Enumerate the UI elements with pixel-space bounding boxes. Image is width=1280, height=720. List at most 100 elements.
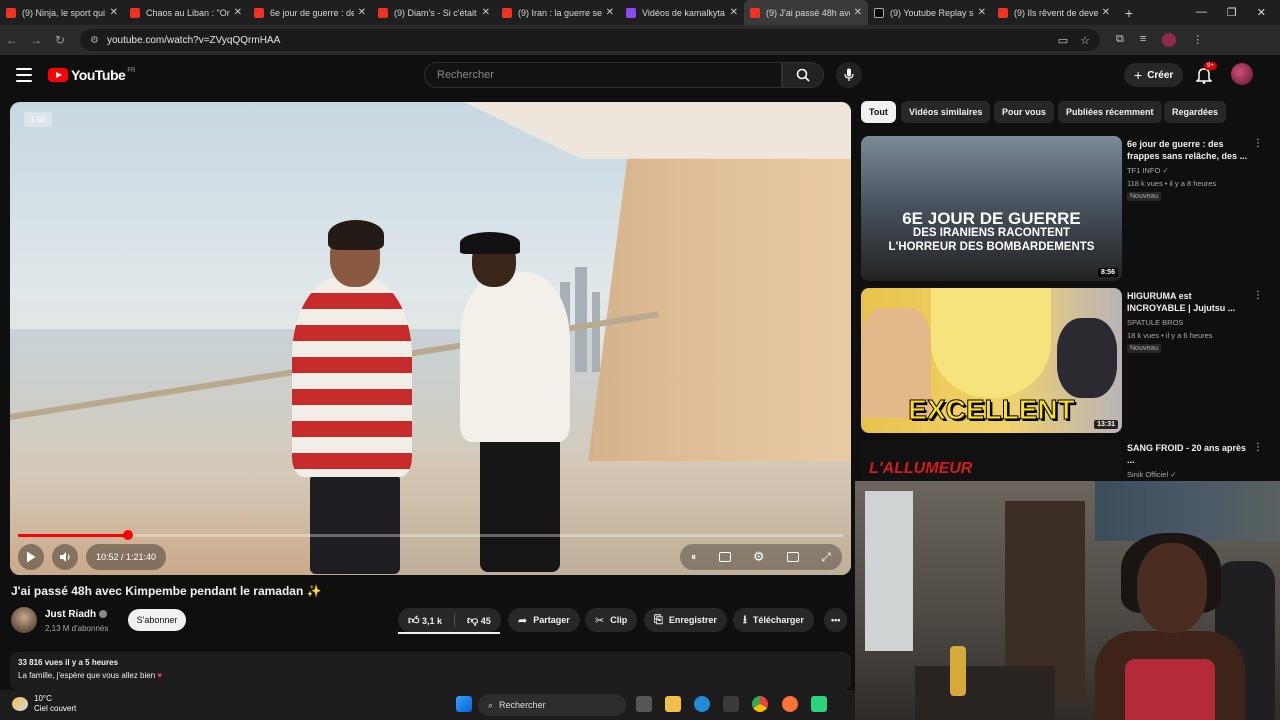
fullscreen-icon[interactable]: ⤢ — [821, 550, 831, 565]
weather-widget[interactable]: 10°C Ciel couvert — [12, 694, 76, 714]
search-button[interactable] — [782, 62, 824, 88]
firefox-icon[interactable] — [782, 696, 798, 712]
save-button[interactable]: ⎘ Enregistrer — [644, 608, 727, 632]
close-icon[interactable]: ✕ — [854, 7, 862, 18]
bookmark-star-icon[interactable]: ☆ — [1080, 34, 1090, 47]
subscribe-button[interactable]: S'abonner — [128, 609, 186, 631]
browser-tab[interactable]: (9) Ils rêvent de deve ✕ — [992, 0, 1116, 25]
close-window-icon[interactable]: ✕ — [1257, 6, 1266, 19]
browser-tab[interactable]: 6e jour de guerre : de ✕ — [248, 0, 372, 25]
more-vertical-icon[interactable]: ⋮ — [1253, 442, 1261, 453]
create-button[interactable]: + Créer — [1124, 63, 1184, 87]
browser-tab[interactable]: Vidéos de kamalkyta ✕ — [620, 0, 744, 25]
pause-autoplay-icon[interactable]: ⏸ — [691, 552, 696, 563]
browser-tab[interactable]: (9) Ninja, le sport qui ✕ — [0, 0, 124, 25]
related-video[interactable]: L'ALLUMEUR SANG FROID - 20 ans après ...… — [861, 440, 1261, 481]
browser-tab[interactable]: (9) Iran : la guerre se ✕ — [496, 0, 620, 25]
forward-icon[interactable]: → — [24, 33, 48, 47]
related-video-title[interactable]: 6e jour de guerre : des frappes sans rel… — [1127, 138, 1249, 162]
related-video[interactable]: 6E JOUR DE GUERRE DES IRANIENS RACONTENT… — [861, 136, 1263, 281]
profile-avatar[interactable] — [1162, 33, 1177, 47]
clip-button[interactable]: ✂ Clip — [585, 608, 638, 632]
weather-icon — [12, 697, 28, 711]
channel-name[interactable]: Just Riadh — [45, 609, 108, 620]
voice-search-button[interactable] — [836, 62, 862, 88]
chip-for-you[interactable]: Pour vous — [994, 101, 1055, 123]
close-icon[interactable]: ✕ — [978, 7, 986, 18]
windows-start-icon[interactable] — [456, 696, 472, 712]
video-player[interactable]: 1.50 10:52 / 1:21:40 ⏸ ⚙ ⤢ — [10, 102, 851, 575]
more-vertical-icon[interactable]: ⋮ — [1253, 290, 1263, 301]
download-button[interactable]: ⭳ Télécharger — [733, 608, 814, 632]
chip-watched[interactable]: Regardées — [1164, 101, 1227, 123]
extensions-icon[interactable]: ⧉ — [1116, 33, 1124, 47]
close-icon[interactable]: ✕ — [234, 7, 242, 18]
browser-tab[interactable]: Chaos au Liban : "On ✕ — [124, 0, 248, 25]
user-avatar[interactable] — [1231, 63, 1253, 85]
browser-tab[interactable]: (9) Diam's - Si c'était ✕ — [372, 0, 496, 25]
edge-icon[interactable] — [694, 696, 710, 712]
play-button[interactable] — [18, 544, 44, 570]
like-button[interactable]: 👍︎ 3,1 k — [408, 614, 442, 627]
share-button[interactable]: ➦ Partager — [508, 608, 580, 632]
more-vertical-icon[interactable]: ⋮ — [1253, 138, 1263, 149]
minimize-icon[interactable]: — — [1196, 6, 1207, 19]
notifications-button[interactable]: 9+ — [1195, 62, 1217, 84]
channel-avatar[interactable] — [11, 607, 37, 633]
menu-icon[interactable] — [16, 68, 32, 82]
video-frame-tower — [592, 292, 600, 372]
file-explorer-icon[interactable] — [665, 696, 681, 712]
description-box[interactable]: 33 816 vues il y a 5 heures La famille, … — [10, 652, 851, 690]
close-icon[interactable]: ✕ — [1102, 7, 1110, 18]
app-icon[interactable] — [811, 696, 827, 712]
url-field[interactable]: ⚙ youtube.com/watch?v=ZVyqQQrmHAA ▭ ☆ — [80, 29, 1100, 51]
video-thumbnail[interactable]: L'ALLUMEUR — [861, 440, 1122, 481]
more-actions-button[interactable]: ••• — [824, 608, 848, 632]
chrome-icon[interactable] — [752, 696, 768, 712]
dislike-button[interactable]: 👎︎ 45 — [467, 614, 491, 627]
reload-icon[interactable]: ↻ — [48, 33, 72, 47]
related-channel[interactable]: SPATULE BROS — [1127, 318, 1183, 327]
progress-scrubber[interactable] — [122, 530, 133, 540]
chip-recent[interactable]: Publiées récemment — [1058, 101, 1162, 123]
video-title: J'ai passé 48h avec Kimpembe pendant le … — [11, 584, 322, 598]
video-thumbnail[interactable]: 6E JOUR DE GUERRE DES IRANIENS RACONTENT… — [861, 136, 1122, 281]
youtube-play-icon — [48, 68, 68, 82]
youtube-icon — [130, 7, 140, 18]
task-view-icon[interactable] — [636, 696, 652, 712]
browser-tab[interactable]: (9) Youtube Replay s ✕ — [868, 0, 992, 25]
related-channel[interactable]: TF1 INFO ✓ — [1127, 166, 1169, 175]
chip-all[interactable]: Tout — [861, 101, 896, 123]
related-video-title[interactable]: HIGURUMA est INCROYABLE | Jujutsu ... — [1127, 290, 1249, 314]
volume-button[interactable] — [52, 544, 78, 570]
related-channel[interactable]: Sinik Officiel ✓ — [1127, 470, 1177, 479]
taskbar-search[interactable]: ⌕ Rechercher — [478, 694, 626, 716]
close-icon[interactable]: ✕ — [110, 7, 118, 18]
settings-icon[interactable]: ⚙ — [753, 549, 765, 565]
browser-tab-active[interactable]: (9) J'ai passé 48h ave ✕ — [744, 0, 868, 25]
related-meta: 18 k vues • il y a 6 heures — [1127, 331, 1213, 340]
progress-bar[interactable] — [18, 530, 843, 540]
cast-icon[interactable]: ▭ — [1058, 34, 1068, 47]
new-tab-button[interactable]: + — [1116, 5, 1142, 21]
store-icon[interactable] — [723, 696, 739, 712]
video-thumbnail[interactable]: EXCELLENT 13:31 — [861, 288, 1122, 433]
browser-menu-icon[interactable]: ⋮ — [1192, 33, 1203, 47]
video-frame-tower — [575, 267, 587, 372]
chip-similar[interactable]: Vidéos similaires — [901, 101, 991, 123]
close-icon[interactable]: ✕ — [606, 7, 614, 18]
youtube-logo[interactable]: YouTube FR — [48, 67, 135, 83]
maximize-icon[interactable]: ❐ — [1227, 6, 1237, 19]
related-video-title[interactable]: SANG FROID - 20 ans après ... — [1127, 442, 1249, 466]
close-icon[interactable]: ✕ — [358, 7, 366, 18]
close-icon[interactable]: ✕ — [482, 7, 490, 18]
search-input[interactable]: Rechercher — [424, 62, 782, 88]
related-video[interactable]: EXCELLENT 13:31 HIGURUMA est INCROYABLE … — [861, 288, 1263, 433]
close-icon[interactable]: ✕ — [730, 7, 738, 18]
media-icon[interactable]: ≡ — [1140, 33, 1146, 47]
site-info-icon[interactable]: ⚙ — [90, 35, 99, 46]
thumbnail-caption: 6E JOUR DE GUERRE DES IRANIENS RACONTENT… — [861, 210, 1122, 254]
subtitles-icon[interactable] — [718, 552, 731, 562]
back-icon[interactable]: ← — [0, 33, 24, 47]
miniplayer-icon[interactable] — [786, 552, 799, 562]
